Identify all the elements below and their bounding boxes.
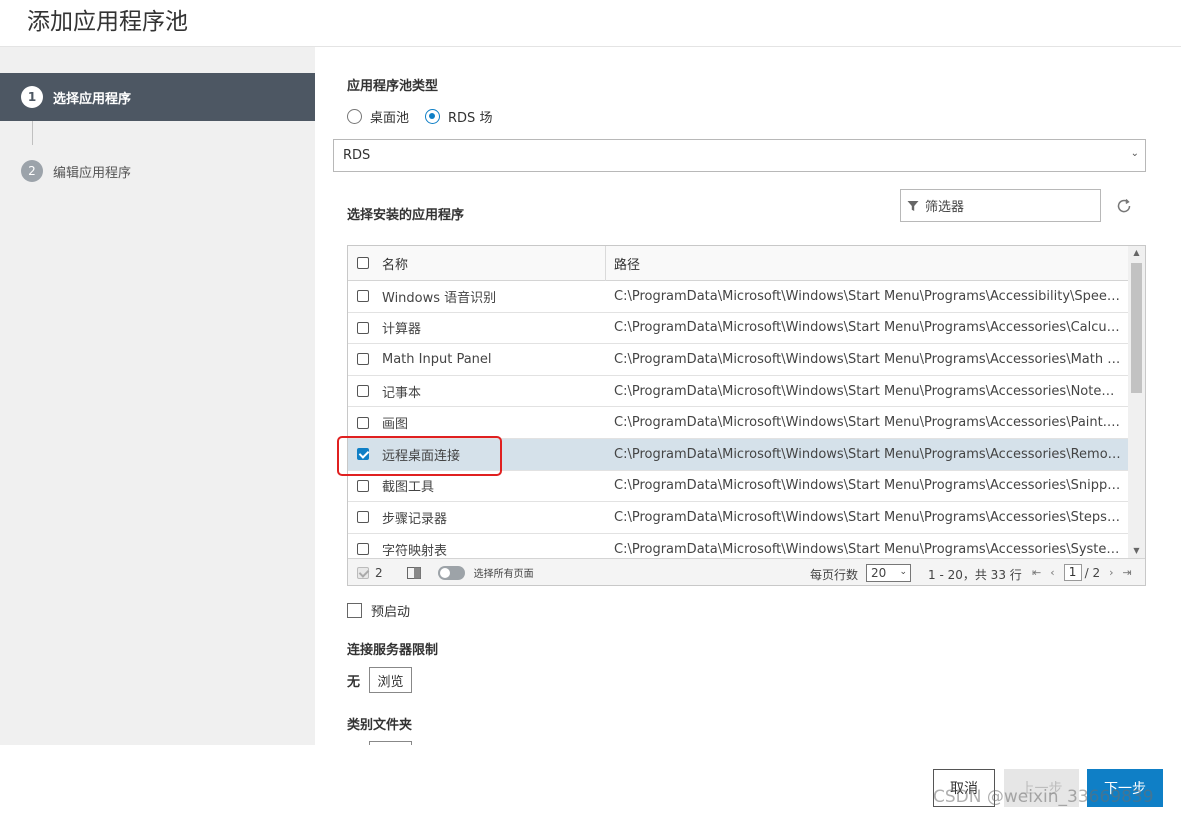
scroll-down-arrow-icon[interactable]: ▼ [1128, 544, 1145, 558]
app-name: 记事本 [382, 385, 422, 401]
applications-grid: 名称 路径 Windows 语音识别 C:\ProgramData\Microso… [347, 245, 1146, 586]
filter-placeholder: 筛选器 [925, 200, 965, 215]
app-path: C:\ProgramData\Microsoft\Windows\Start M… [614, 320, 1130, 336]
wizard-step-select-apps[interactable]: 1 选择应用程序 [0, 73, 315, 121]
column-header-name[interactable]: 名称 [378, 246, 606, 281]
row-checkbox[interactable] [357, 321, 369, 334]
app-path: C:\ProgramData\Microsoft\Windows\Start M… [614, 478, 1130, 494]
table-row[interactable]: Math Input Panel C:\ProgramData\Microsoft… [348, 344, 1130, 376]
pool-type-radio-group: 桌面池 RDS 场 [347, 107, 508, 126]
step-label: 编辑应用程序 [53, 165, 132, 181]
select-all-checkbox[interactable] [357, 257, 369, 269]
grid-rows: Windows 语音识别 C:\ProgramData\Microsoft\Win… [348, 281, 1130, 566]
grid-footer: 2 选择所有页面 每页行数 20 ⌄ 1 - 20，共 33 行 ⇤ ‹ 1 / [348, 558, 1145, 585]
app-name: Windows 语音识别 [382, 290, 497, 306]
app-name: 截图工具 [382, 480, 435, 496]
category-folder-button[interactable] [369, 741, 412, 745]
app-name: 字符映射表 [382, 543, 448, 559]
row-checkbox[interactable] [357, 385, 369, 398]
app-name: Math Input Panel [382, 351, 492, 367]
prestart-option[interactable]: 预启动 [347, 601, 410, 620]
last-page-icon[interactable]: ⇥ [1123, 566, 1132, 579]
connection-limit-label: 连接服务器限制 [347, 643, 439, 658]
connection-limit-value: 无 [347, 675, 361, 690]
selected-count: 2 [375, 565, 383, 580]
browse-button[interactable]: 浏览 [369, 667, 412, 693]
app-path: C:\ProgramData\Microsoft\Windows\Start M… [614, 509, 1130, 525]
table-row[interactable]: 计算器 C:\ProgramData\Microsoft\Windows\Star… [348, 313, 1130, 345]
row-checkbox[interactable] [357, 353, 369, 366]
app-name: 远程桌面连接 [382, 448, 461, 464]
pool-type-label: 应用程序池类型 [347, 79, 439, 94]
prestart-checkbox[interactable] [347, 603, 362, 618]
row-range-text: 1 - 20，共 33 行 [928, 568, 1022, 582]
select-all-pages-toggle[interactable] [437, 565, 465, 580]
next-page-icon[interactable]: › [1109, 566, 1113, 579]
wizard-sidebar: 1 选择应用程序 2 编辑应用程序 [0, 47, 315, 745]
column-header-path[interactable]: 路径 [606, 254, 1130, 273]
prev-page-icon[interactable]: ‹ [1050, 566, 1054, 579]
app-path: C:\ProgramData\Microsoft\Windows\Start M… [614, 446, 1130, 462]
chevron-down-icon: ⌄ [899, 567, 907, 577]
wizard-step-edit-apps[interactable]: 2 编辑应用程序 [0, 147, 315, 195]
app-name: 画图 [382, 417, 409, 433]
dialog-title: 添加应用程序池 [27, 9, 188, 35]
per-page-value: 20 [871, 566, 887, 580]
filter-input[interactable]: 筛选器 [900, 189, 1101, 222]
filter-icon [907, 200, 919, 211]
step-number: 2 [21, 160, 43, 182]
farm-select-value: RDS [343, 148, 371, 163]
app-path: C:\ProgramData\Microsoft\Windows\Start M… [614, 351, 1130, 367]
step-number: 1 [21, 86, 43, 108]
row-checkbox[interactable] [357, 416, 369, 429]
page-number-input[interactable]: 1 [1063, 564, 1082, 581]
table-row[interactable]: Windows 语音识别 C:\ProgramData\Microsoft\Win… [348, 281, 1130, 313]
select-all-pages-label: 选择所有页面 [473, 569, 534, 580]
row-checkbox[interactable] [357, 448, 369, 461]
pager: ⇤ ‹ 1 / 2 › ⇥ [1032, 564, 1141, 581]
grid-header: 名称 路径 [348, 246, 1130, 281]
radio-rds-farm-label[interactable]: RDS 场 [448, 107, 492, 126]
per-page-select[interactable]: 20 ⌄ [866, 564, 911, 582]
step-connector [32, 121, 33, 145]
app-path: C:\ProgramData\Microsoft\Windows\Start M… [614, 541, 1130, 557]
scroll-up-arrow-icon[interactable]: ▲ [1128, 246, 1145, 260]
selected-count-checkbox-icon [357, 566, 369, 579]
app-path: C:\ProgramData\Microsoft\Windows\Start M… [614, 288, 1130, 304]
scroll-thumb[interactable] [1131, 263, 1142, 393]
row-checkbox[interactable] [357, 511, 369, 524]
table-row[interactable]: 记事本 C:\ProgramData\Microsoft\Windows\Star… [348, 376, 1130, 408]
main-panel: 应用程序池类型 桌面池 RDS 场 RDS ⌄ 选择安装的应用程序 筛选器 名称… [315, 47, 1181, 745]
radio-desktop-pool[interactable] [347, 109, 362, 124]
category-folder-label: 类别文件夹 [347, 718, 413, 733]
app-path: C:\ProgramData\Microsoft\Windows\Start M… [614, 383, 1130, 399]
watermark: CSDN @weixin_33669839 [933, 787, 1154, 807]
table-row[interactable]: 远程桌面连接 C:\ProgramData\Microsoft\Windows\S… [348, 438, 1130, 471]
row-checkbox[interactable] [357, 543, 369, 556]
first-page-icon[interactable]: ⇤ [1032, 566, 1041, 579]
grid-scrollbar[interactable]: ▲ ▼ [1128, 246, 1145, 558]
dialog-body: 1 选择应用程序 2 编辑应用程序 应用程序池类型 桌面池 RDS 场 RDS … [0, 46, 1181, 745]
radio-rds-farm[interactable] [425, 109, 441, 124]
chevron-down-icon: ⌄ [1130, 148, 1139, 159]
radio-desktop-pool-label[interactable]: 桌面池 [370, 107, 409, 126]
farm-select[interactable]: RDS ⌄ [333, 139, 1146, 172]
prestart-label: 预启动 [371, 605, 411, 620]
table-row[interactable]: 步骤记录器 C:\ProgramData\Microsoft\Windows\St… [348, 502, 1130, 534]
refresh-icon[interactable] [1115, 197, 1133, 215]
app-name: 步骤记录器 [382, 511, 448, 527]
table-row[interactable]: 画图 C:\ProgramData\Microsoft\Windows\Start… [348, 407, 1130, 439]
app-name: 计算器 [382, 322, 422, 338]
step-label: 选择应用程序 [53, 91, 132, 107]
total-pages: / 2 [1084, 565, 1101, 580]
row-checkbox[interactable] [357, 290, 369, 303]
apps-section-label: 选择安装的应用程序 [347, 208, 465, 223]
table-row[interactable]: 截图工具 C:\ProgramData\Microsoft\Windows\Sta… [348, 471, 1130, 503]
app-path: C:\ProgramData\Microsoft\Windows\Start M… [614, 415, 1127, 431]
row-checkbox[interactable] [357, 479, 369, 492]
per-page-label: 每页行数 [810, 568, 859, 582]
columns-icon[interactable] [406, 566, 421, 579]
